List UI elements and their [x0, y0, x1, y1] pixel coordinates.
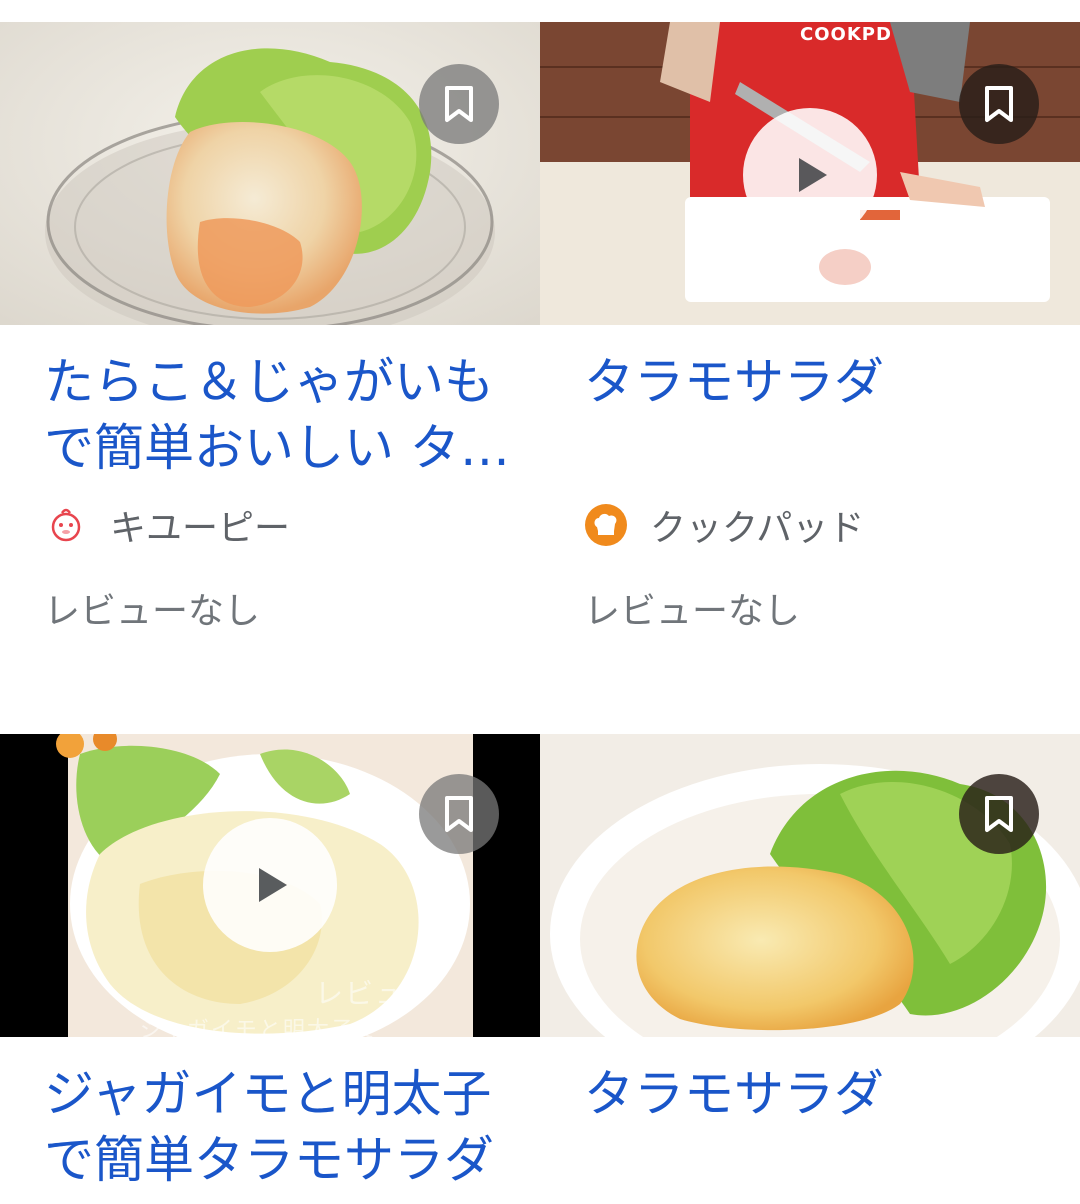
bookmark-button[interactable] — [419, 774, 499, 854]
recipe-thumbnail[interactable]: COOKPD レビュー — [540, 22, 1080, 325]
bookmark-button[interactable] — [419, 64, 499, 144]
play-icon — [259, 868, 287, 902]
cookpad-chef-hat-icon — [584, 503, 628, 547]
recipe-card[interactable]: タラモサラダ — [540, 734, 1080, 1204]
recipe-results-grid: たらこ＆じゃがいもで簡単おいしい タ… キユーピー レビューなし COOKPD … — [0, 0, 1080, 1204]
play-video-button[interactable] — [743, 108, 877, 242]
recipe-card[interactable]: たらこ＆じゃがいもで簡単おいしい タ… キユーピー レビューなし — [0, 22, 540, 662]
thumb-overlay-text: レビュー — [315, 977, 436, 1010]
recipe-thumbnail[interactable] — [540, 734, 1080, 1037]
thumb-brand-text: COOKPD — [800, 24, 892, 45]
recipe-title-link[interactable]: タラモサラダ — [584, 349, 1064, 415]
recipe-title-link[interactable]: たらこ＆じゃがいもで簡単おいしい タ… — [44, 349, 524, 481]
review-status: レビューなし — [584, 591, 801, 632]
bookmark-button[interactable] — [959, 774, 1039, 854]
recipe-thumbnail[interactable] — [0, 22, 540, 325]
kewpie-logo-icon — [44, 503, 88, 547]
bookmark-icon — [445, 86, 473, 122]
bookmark-icon — [985, 86, 1013, 122]
source-name: クックパッド — [650, 508, 865, 549]
bookmark-icon — [985, 796, 1013, 832]
thumb-overlay-text: レビュー — [890, 263, 1011, 296]
recipe-card[interactable]: COOKPD レビュー タラモサラダ クックパッド レビューなし — [540, 22, 1080, 662]
review-status: レビューなし — [44, 591, 261, 632]
play-video-button[interactable] — [203, 818, 337, 952]
recipe-title-link[interactable]: タラモサラダ — [584, 1061, 1064, 1127]
bookmark-icon — [445, 796, 473, 832]
recipe-source: キユーピー — [44, 500, 290, 550]
play-icon — [799, 158, 827, 192]
recipe-thumbnail[interactable]: レビュー ジャガイモと明太子で — [0, 734, 540, 1037]
recipe-source: クックパッド — [584, 500, 864, 550]
bookmark-button[interactable] — [959, 64, 1039, 144]
recipe-title-link[interactable]: ジャガイモと明太子で簡単タラモサラダ — [44, 1061, 524, 1193]
thumb-caption-text: ジャガイモと明太子で — [140, 1018, 379, 1037]
source-name: キユーピー — [110, 508, 291, 549]
recipe-card[interactable]: レビュー ジャガイモと明太子で ジャガイモと明太子で簡単タラモサラダ — [0, 734, 540, 1204]
